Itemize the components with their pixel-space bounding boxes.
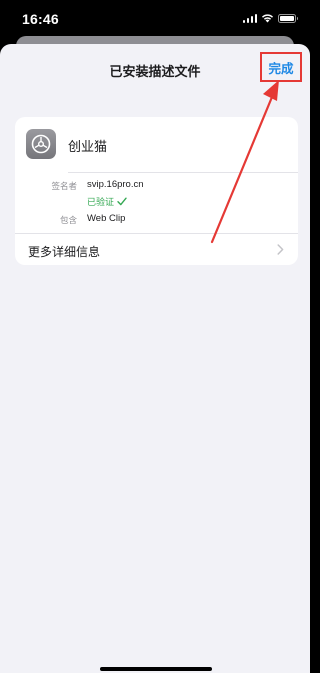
verified-label: 已验证 — [87, 197, 115, 207]
installed-profile-sheet: 已安装描述文件 完成 创业猫 签名者 svip.16pro.cn 已验证 包含 … — [0, 44, 310, 673]
gear-icon — [26, 129, 56, 159]
contains-label: 包含 — [59, 215, 77, 225]
done-button[interactable]: 完成 — [260, 52, 302, 82]
signer-value: svip.16pro.cn — [87, 179, 144, 190]
status-time: 16:46 — [22, 11, 59, 27]
divider — [68, 172, 298, 173]
signer-label: 签名者 — [51, 181, 77, 191]
home-indicator — [100, 667, 212, 671]
status-bar: 16:46 — [0, 0, 310, 40]
chevron-right-icon — [277, 244, 284, 255]
signal-icon — [242, 13, 257, 23]
more-details-row[interactable]: 更多详细信息 — [15, 234, 298, 265]
checkmark-icon — [117, 197, 127, 206]
contains-value: Web Clip — [87, 213, 126, 224]
more-details-label: 更多详细信息 — [28, 245, 101, 259]
status-icons — [242, 13, 298, 23]
battery-icon — [278, 13, 298, 23]
wifi-icon — [262, 14, 273, 23]
verified-status: 已验证 — [87, 195, 127, 208]
profile-card: 创业猫 签名者 svip.16pro.cn 已验证 包含 Web Clip 更多… — [15, 117, 298, 265]
profile-name: 创业猫 — [68, 139, 108, 154]
profile-header: 创业猫 — [15, 117, 298, 172]
